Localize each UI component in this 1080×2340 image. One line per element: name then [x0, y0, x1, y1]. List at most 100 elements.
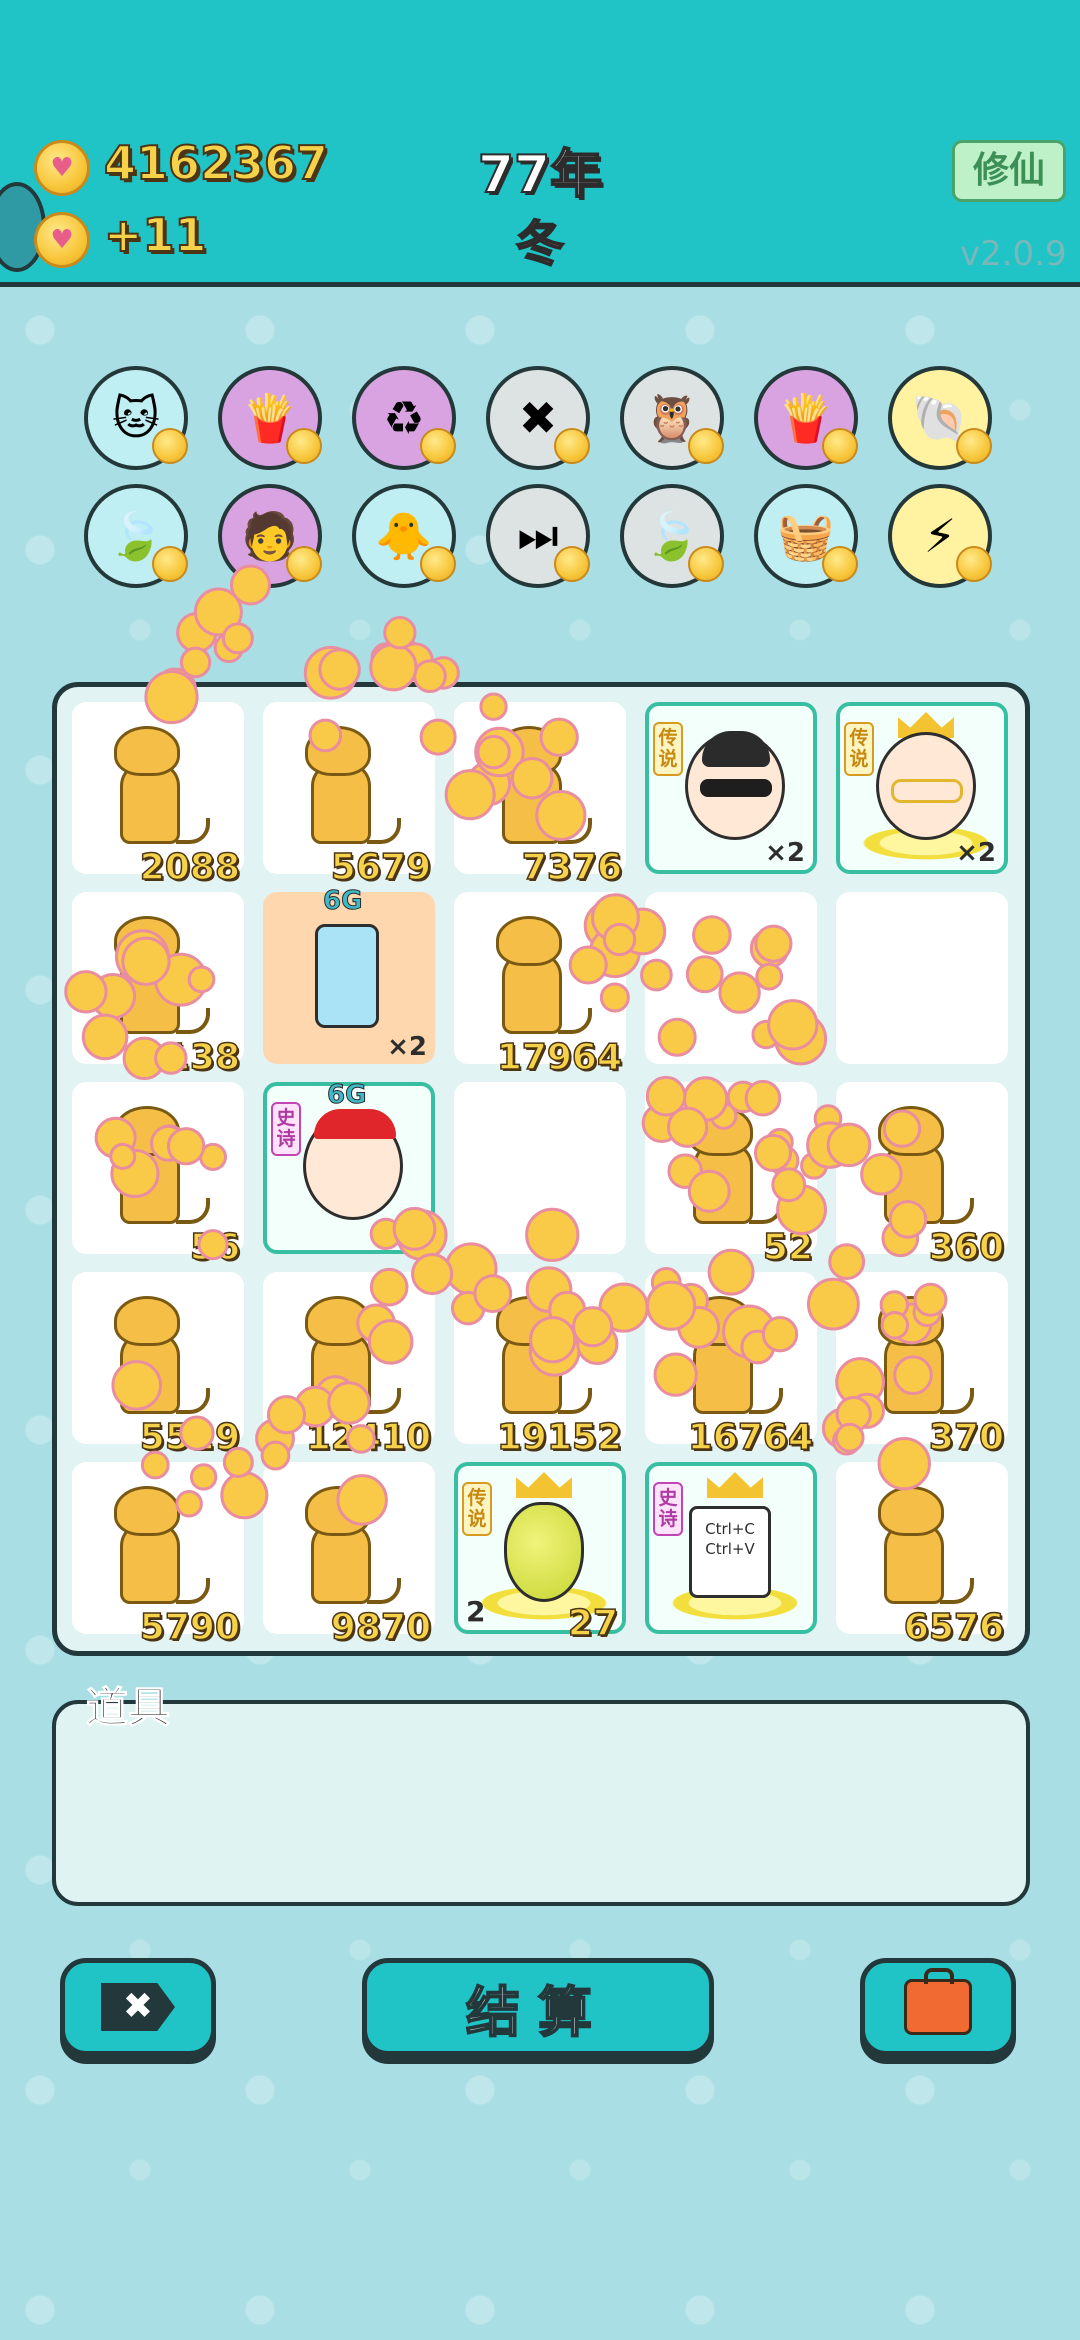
remove-tag-item[interactable]: ✖ [486, 366, 590, 470]
version-label: v2.0.9 [960, 234, 1067, 274]
board-cell-cat[interactable]: 7376 [454, 702, 626, 889]
skip-item-icon: ⏭ [517, 508, 559, 562]
board-cell-cat[interactable]: 17964 [454, 892, 626, 1079]
fruit-basket-item[interactable]: 🧺 [754, 484, 858, 588]
coin-badge-icon [152, 428, 188, 464]
cell-coin-value: 12410 [305, 1416, 432, 1459]
cat-icon [305, 1296, 401, 1414]
board-cell-cat[interactable]: 12410 [263, 1272, 435, 1459]
cell-coin-value: 56 [189, 1226, 241, 1269]
board-cell-pear[interactable]: 传说 2 27 [454, 1462, 626, 1645]
cat-item[interactable]: 🐱 [84, 366, 188, 470]
board-cell-empty[interactable] [836, 892, 1008, 1064]
board-cell-cat[interactable]: 138 [72, 892, 244, 1079]
cultivation-button[interactable]: 修仙 [952, 140, 1066, 202]
ctrl-c-text: Ctrl+C [705, 1520, 755, 1538]
coin-badge-icon [554, 428, 590, 464]
board-cell-cat[interactable]: 52 [645, 1082, 817, 1269]
cell-coin-value: 370 [928, 1416, 1005, 1459]
cat-item-icon: 🐱 [112, 391, 160, 445]
multiplier-label: ×2 [387, 1032, 427, 1062]
board-cell-face-sunglasses[interactable]: 传说 ×2 [645, 702, 817, 874]
cat-icon [114, 1106, 210, 1224]
board-cell-cat[interactable]: 2088 [72, 702, 244, 889]
cat-icon [878, 1486, 974, 1604]
briefcase-icon [904, 1968, 972, 2035]
rarity-tag: 史诗 [653, 1482, 683, 1536]
cell-coin-value: 360 [928, 1226, 1005, 1269]
cat-icon [305, 726, 401, 844]
board-cell-fridge[interactable]: 6G ×2 [263, 886, 435, 1064]
board-cell-cat[interactable]: 16764 [645, 1272, 817, 1459]
face-red-hat-icon [303, 1109, 403, 1220]
cell-coin-value: 9870 [330, 1606, 432, 1649]
coin-badge-icon [286, 428, 322, 464]
inventory-button[interactable] [860, 1958, 1016, 2056]
fries-item-2[interactable]: 🍟 [754, 366, 858, 470]
lightning-item-icon: ⚡ [923, 509, 957, 563]
cell-coin-value: 2088 [139, 846, 241, 889]
board-cell-cat[interactable]: 370 [836, 1272, 1008, 1459]
chick-egg-item[interactable]: 🐥 [352, 484, 456, 588]
fries-item[interactable]: 🍟 [218, 366, 322, 470]
cat-icon [305, 1486, 401, 1604]
top-status-bar: ♥ 4162367 ♥ +11 77年 冬 修仙 v2.0.9 [0, 0, 1080, 287]
cat-icon [114, 1296, 210, 1414]
lightning-item[interactable]: ⚡ [888, 484, 992, 588]
ctrl-cv-card-icon: Ctrl+C Ctrl+V [689, 1506, 771, 1598]
pear-icon [504, 1502, 584, 1602]
board-cell-cat[interactable]: 56 [72, 1082, 244, 1269]
generation-label: 6G [326, 1080, 367, 1111]
coin-badge-icon [554, 546, 590, 582]
leaf-item[interactable]: 🍃 [84, 484, 188, 588]
board-cell-cat[interactable]: 19152 [454, 1272, 626, 1459]
cell-coin-value: 6576 [903, 1606, 1005, 1649]
cat-icon [496, 1296, 592, 1414]
coin-badge-icon [688, 428, 724, 464]
multiplier-label: ×2 [765, 838, 805, 868]
leaf-item-2[interactable]: 🍃 [620, 484, 724, 588]
coin-badge-icon [152, 546, 188, 582]
cat-icon [114, 1486, 210, 1604]
board-cell-face-red-hat[interactable]: 史诗 6G [263, 1080, 435, 1254]
year-label: 77年 [477, 144, 603, 206]
settle-label: 结算 [465, 1980, 610, 2045]
coin-badge-icon [420, 546, 456, 582]
board-cell-ctrlcv[interactable]: Ctrl+C Ctrl+V 史诗 [645, 1462, 817, 1634]
owl-twins-item[interactable]: 🦉 [620, 366, 724, 470]
board-cell-cat[interactable]: 5790 [72, 1462, 244, 1649]
props-panel [52, 1700, 1030, 1906]
board-cell-cat[interactable]: 5529 [72, 1272, 244, 1459]
board-cell-cat[interactable]: 6576 [836, 1462, 1008, 1649]
fridge-icon [315, 924, 379, 1028]
cell-coin-value: 16764 [687, 1416, 814, 1459]
board-cell-empty[interactable] [454, 1082, 626, 1254]
recycle-item[interactable]: ♻ [352, 366, 456, 470]
coin-badge-icon [688, 546, 724, 582]
cat-icon [114, 726, 210, 844]
remove-icon: ✖ [101, 1983, 175, 2031]
settle-button[interactable]: 结算 [362, 1958, 714, 2056]
board-cell-cat[interactable]: 360 [836, 1082, 1008, 1269]
cat-icon [114, 916, 210, 1034]
board-cell-cat[interactable]: 9870 [263, 1462, 435, 1649]
season-label: 冬 [515, 215, 565, 273]
face-crown-icon [876, 732, 976, 840]
board-cell-cat[interactable]: 5679 [263, 702, 435, 889]
skip-item[interactable]: ⏭ [486, 484, 590, 588]
coin-badge-icon [822, 428, 858, 464]
remove-button[interactable]: ✖ [60, 1958, 216, 2056]
cat-icon [496, 916, 592, 1034]
cat-icon [687, 1296, 783, 1414]
rarity-tag: 传说 [653, 722, 683, 776]
board-cell-empty[interactable] [645, 892, 817, 1064]
cell-coin-value: 5679 [330, 846, 432, 889]
cat-icon [687, 1106, 783, 1224]
shell-item[interactable]: 🐚 [888, 366, 992, 470]
cell-coin-value: 5529 [139, 1416, 241, 1459]
multiplier-man-item[interactable]: 🧑 [218, 484, 322, 588]
board-cell-face-crown[interactable]: 传说 ×2 [836, 702, 1008, 874]
face-sunglasses-icon [685, 731, 785, 840]
props-label: 道具 [85, 1683, 171, 1733]
remove-tag-item-icon: ✖ [518, 391, 558, 445]
